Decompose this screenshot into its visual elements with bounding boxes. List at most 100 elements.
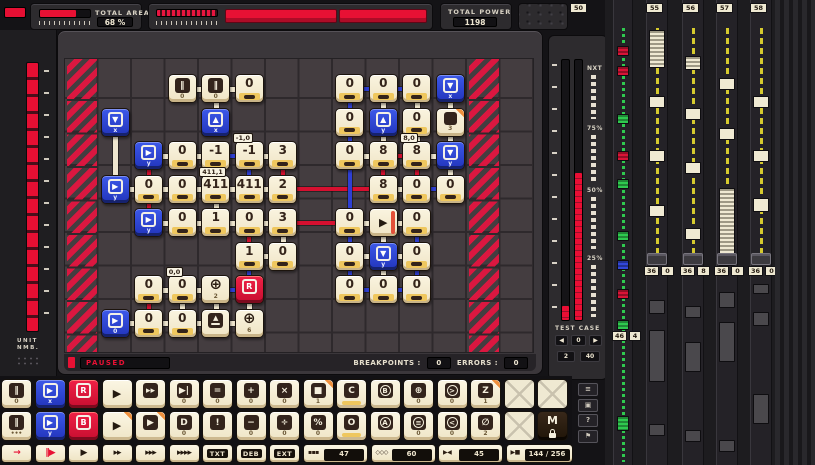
number-tile[interactable]: 0 — [402, 175, 431, 204]
output-x-tile[interactable]: ▼x — [436, 74, 465, 103]
number-tile[interactable]: 411 — [235, 175, 264, 204]
signal-block-green[interactable] — [617, 231, 629, 241]
modulo-tile[interactable]: %0 — [303, 411, 334, 441]
number-tile[interactable]: 3 — [268, 208, 297, 237]
feed-x-tile[interactable]: ▶x — [35, 379, 66, 409]
number-tile[interactable]: 0 — [235, 208, 264, 237]
number-tile[interactable]: 0,00 — [168, 275, 197, 304]
output-y-tile[interactable]: ▼y — [436, 141, 465, 170]
equals-tile[interactable]: =0 — [202, 379, 233, 409]
speed-1-button[interactable]: ▶ — [68, 444, 99, 463]
number-tile[interactable]: 0 — [402, 275, 431, 304]
number-tile[interactable]: 0 — [335, 141, 364, 170]
number-tile[interactable]: 2 — [268, 175, 297, 204]
channel-lane-green[interactable] — [613, 0, 633, 465]
flag-button[interactable]: ⚑ — [578, 430, 598, 443]
square-tile[interactable]: 3 — [436, 108, 465, 137]
signal-block-green[interactable] — [617, 179, 629, 189]
channel-lane-yellow[interactable] — [716, 0, 738, 465]
signal-block-red[interactable] — [617, 151, 629, 161]
fader-handle[interactable] — [751, 253, 771, 265]
play-tile[interactable]: ▶ — [102, 379, 133, 409]
number-tile[interactable]: 3 — [268, 141, 297, 170]
o-tile[interactable]: O — [336, 411, 367, 441]
number-tile[interactable]: 0 — [168, 141, 197, 170]
number-tile[interactable]: 0 — [134, 309, 163, 338]
play-tile-alt[interactable]: ▶ — [102, 411, 133, 441]
number-tile[interactable]: 0 — [235, 74, 264, 103]
output-x-tile[interactable]: ▼x — [101, 108, 130, 137]
subtract-tile[interactable]: −0 — [236, 411, 267, 441]
d-tile[interactable]: D0 — [169, 411, 200, 441]
divide-tile[interactable]: ÷0 — [269, 411, 300, 441]
play-tile[interactable]: ▶ — [369, 208, 398, 237]
channel-lane-yellow[interactable] — [646, 0, 668, 465]
signal-block-red[interactable] — [617, 66, 629, 76]
number-tile[interactable]: 0 — [134, 175, 163, 204]
play-box-tile[interactable]: ▶ — [135, 411, 166, 441]
data-block[interactable] — [649, 150, 665, 162]
number-tile[interactable]: 1 — [201, 208, 230, 237]
xor-tile[interactable]: ⊕0 — [403, 379, 434, 409]
pause-tile[interactable]: ‖0 — [1, 379, 32, 409]
number-tile[interactable]: 0 — [168, 175, 197, 204]
deb-button[interactable]: DEB — [236, 444, 267, 463]
ext-button[interactable]: EXT — [269, 444, 300, 463]
signal-block-green[interactable] — [617, 114, 629, 124]
null-tile[interactable]: ∅2 — [470, 411, 501, 441]
channel-lane-yellow[interactable] — [750, 0, 772, 465]
help-button[interactable]: ? — [578, 414, 598, 427]
circle-a-tile[interactable]: A — [370, 411, 401, 441]
number-tile[interactable]: 411,1411 — [201, 175, 230, 204]
feed-y-tile[interactable]: ▶y — [35, 411, 66, 441]
step-button[interactable]: ‖▶ — [35, 444, 66, 463]
board-grid[interactable]: ‖0‖00000▼x▼x▲x0▲y03▶y0-1-1,0-13088,08▼y▶… — [64, 58, 534, 353]
c-tile[interactable]: C — [336, 379, 367, 409]
add-tile[interactable]: +0 — [236, 379, 267, 409]
m-locked-tile[interactable]: M — [537, 411, 568, 441]
number-tile[interactable]: 0 — [369, 275, 398, 304]
shift-right-tile[interactable]: >0 — [437, 379, 468, 409]
data-block[interactable] — [685, 162, 701, 174]
signal-block-green[interactable] — [617, 320, 629, 330]
test-case-prev-button[interactable]: ◀ — [555, 335, 568, 346]
data-block[interactable] — [649, 30, 665, 68]
number-tile[interactable]: 0 — [402, 208, 431, 237]
pause-tile[interactable]: ‖0 — [201, 74, 230, 103]
register-r-tile[interactable]: R — [68, 379, 99, 409]
data-block[interactable] — [685, 56, 701, 70]
data-block[interactable] — [753, 150, 769, 162]
speed-4-button[interactable]: ▸▸▸▸ — [169, 444, 200, 463]
number-tile[interactable]: 0 — [335, 275, 364, 304]
number-tile[interactable]: -1 — [201, 141, 230, 170]
number-tile[interactable]: 0 — [335, 74, 364, 103]
input-x-tile[interactable]: ▲x — [201, 108, 230, 137]
signal-block-green[interactable] — [617, 416, 629, 431]
circle-equal-tile[interactable]: ≡0 — [403, 411, 434, 441]
output-y-tile[interactable]: ▼y — [369, 242, 398, 271]
input-y-tile[interactable]: ▲y — [369, 108, 398, 137]
number-tile[interactable]: 0 — [335, 108, 364, 137]
number-tile[interactable]: 8 — [369, 175, 398, 204]
data-block[interactable] — [753, 198, 769, 212]
play-stop-tile[interactable]: ▶|0 — [169, 379, 200, 409]
feed-y-tile[interactable]: ▶y — [134, 208, 163, 237]
register-b-tile[interactable]: B — [68, 411, 99, 441]
exclaim-tile[interactable]: ! — [202, 411, 233, 441]
number-tile[interactable]: -1,0-1 — [235, 141, 264, 170]
fast-forward-tile[interactable]: ▸▸ — [135, 379, 166, 409]
number-tile[interactable]: 0 — [369, 74, 398, 103]
data-block[interactable] — [685, 108, 701, 120]
number-tile[interactable]: 0 — [436, 175, 465, 204]
number-tile[interactable]: 0 — [402, 74, 431, 103]
number-tile[interactable]: 0 — [134, 275, 163, 304]
feed-y-tile[interactable]: ▶y — [101, 175, 130, 204]
speed-2-button[interactable]: ▸▸ — [102, 444, 133, 463]
data-block[interactable] — [649, 205, 665, 217]
signal-block-red[interactable] — [617, 46, 629, 56]
speed-3-button[interactable]: ▸▸▸ — [135, 444, 166, 463]
z-tile[interactable]: Z1 — [470, 379, 501, 409]
number-tile[interactable]: 8,08 — [402, 141, 431, 170]
number-tile[interactable]: 0 — [168, 309, 197, 338]
xor-tile[interactable]: ⊕2 — [201, 275, 230, 304]
